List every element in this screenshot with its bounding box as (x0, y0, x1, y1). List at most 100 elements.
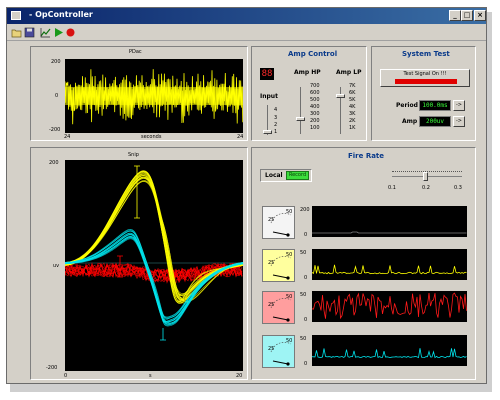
gauge-needle-icon (270, 298, 292, 322)
amp-lp-label: Amp LP (336, 69, 362, 76)
amp-lp-slider-thumb[interactable] (336, 94, 345, 98)
amp-hp-option: 700 (310, 83, 320, 89)
amp-lp-option: 1K (349, 125, 356, 131)
rate-axis-top: 200 (300, 207, 310, 213)
amp-hp-option: 300 (310, 111, 320, 117)
title-bar[interactable]: - OpController _ □ × (7, 8, 486, 24)
record-button[interactable]: Record (286, 171, 309, 180)
pdac-x-left: 24 (64, 134, 71, 140)
chart-icon[interactable] (40, 27, 51, 38)
local-record-group: Local Record (260, 169, 312, 182)
rate-axis-bottom: 0 (304, 232, 308, 238)
rate-trace-red (311, 291, 467, 322)
amp-lp-option: 4K (349, 104, 356, 110)
channel-display: 88 (260, 68, 274, 80)
rate-trace-plot (311, 348, 467, 359)
rate-axis-bottom: 0 (304, 361, 308, 367)
snip-cyan-errorbar (160, 328, 166, 341)
pdac-x-right: 24 (237, 134, 244, 140)
amp-control-panel: Amp Control 88 Input 4 3 2 1 Amp HP 700 … (251, 46, 367, 141)
pdac-y-mid: 0 (55, 93, 59, 99)
amp-hp-slider-track (300, 87, 301, 134)
rate-trace-line (311, 292, 467, 320)
snip-waveforms (64, 165, 244, 341)
rate-gauge-white: 25 50 (262, 206, 295, 239)
open-icon[interactable] (11, 27, 22, 38)
pdac-x-label: seconds (141, 134, 162, 140)
pdac-trace (64, 69, 244, 125)
amp-hp-label: Amp HP (294, 69, 321, 76)
snip-y-bottom: -200 (46, 365, 58, 371)
gauge-needle-icon (270, 213, 292, 237)
period-display: 100.0ms (419, 100, 451, 111)
system-test-panel: System Test Test Signal On !!! Period 10… (371, 46, 476, 141)
rate-gauge-cyan: 25 50 (262, 335, 295, 368)
snip-y-top: 200 (49, 160, 59, 166)
minimize-button[interactable]: _ (449, 10, 461, 21)
amp-lp-option: 6K (349, 90, 356, 96)
rate-trace-yellow (311, 249, 467, 280)
record-icon[interactable] (65, 27, 76, 38)
amp-display: 200uv (419, 116, 451, 127)
amp-lp-option: 3K (349, 111, 356, 117)
amp-lp-option: 2K (349, 118, 356, 124)
rate-axis-bottom: 0 (304, 317, 308, 323)
snip-panel: Snip 200 uv -200 0 s 20 (30, 147, 248, 380)
app-window: - OpController _ □ × PDac 200 0 -200 24 … (6, 7, 487, 384)
save-icon[interactable] (24, 27, 35, 38)
test-signal-button[interactable]: Test Signal On !!! (380, 69, 470, 87)
pdac-y-top: 200 (51, 59, 61, 65)
pdac-title: PDac (129, 49, 142, 55)
rate-trace-line (311, 264, 467, 275)
pdac-plot (64, 59, 244, 133)
amp-hp-slider-thumb[interactable] (296, 117, 305, 121)
rate-axis-top: 50 (300, 292, 307, 298)
rate-axis-bottom: 0 (304, 275, 308, 281)
rate-tick: 0.3 (454, 185, 462, 191)
pdac-panel: PDac 200 0 -200 24 seconds 24 (30, 46, 248, 141)
amp-label: Amp (402, 118, 418, 125)
input-option: 2 (274, 122, 278, 128)
input-slider-thumb[interactable] (263, 130, 272, 134)
pdac-signal-band (65, 87, 243, 105)
amp-control-title: Amp Control (288, 50, 338, 58)
amp-hp-option: 400 (310, 104, 320, 110)
amp-hp-option: 600 (310, 90, 320, 96)
test-signal-indicator (395, 79, 457, 84)
rate-axis-top: 50 (300, 336, 307, 342)
maximize-button[interactable]: □ (461, 10, 473, 21)
snip-cyan-trace (64, 232, 244, 322)
input-option: 4 (274, 107, 278, 113)
amp-hp-option: 200 (310, 118, 320, 124)
rate-trace-white (312, 206, 467, 237)
rate-gauge-red: 25 50 (262, 291, 295, 324)
rate-trace-line (311, 348, 467, 359)
period-arrow-button[interactable]: -> (453, 100, 465, 111)
toolbar (7, 25, 486, 41)
amp-arrow-button[interactable]: -> (453, 116, 465, 127)
rate-trace-plot (311, 264, 467, 275)
fire-rate-panel: Fire Rate Local Record 0.1 0.2 0.3 25 50 2… (251, 147, 476, 380)
gauge-needle-icon (270, 342, 292, 366)
play-icon[interactable] (53, 27, 64, 38)
system-test-title: System Test (402, 50, 450, 58)
amp-hp-option: 100 (310, 125, 320, 131)
snip-title: Snip (128, 152, 139, 158)
rate-axis-top: 50 (300, 250, 307, 256)
snip-y-mid: uv (53, 263, 60, 269)
pdac-y-bottom: -200 (49, 127, 61, 133)
local-label: Local (265, 172, 283, 179)
window-title: - OpController (29, 10, 93, 19)
rate-trace-line (312, 231, 467, 234)
snip-x-label: s (149, 373, 152, 379)
gauge-needle-icon (270, 256, 292, 280)
rate-slider-thumb[interactable] (423, 172, 428, 181)
rate-tick: 0.2 (422, 185, 430, 191)
input-option: 3 (274, 115, 278, 121)
close-button[interactable]: × (474, 10, 486, 21)
rate-tick: 0.1 (388, 185, 396, 191)
snip-x-right: 20 (236, 373, 243, 379)
period-label: Period (396, 102, 418, 109)
input-option: 1 (274, 129, 278, 135)
amp-hp-option: 500 (310, 97, 320, 103)
